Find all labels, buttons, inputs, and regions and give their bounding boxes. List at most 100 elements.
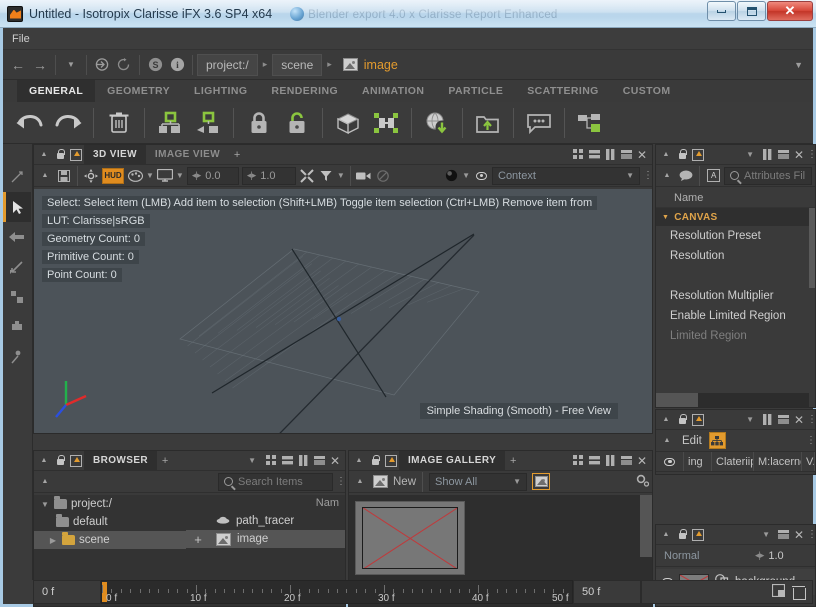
attr-row-resolution[interactable]: Resolution bbox=[656, 246, 815, 266]
upload-icon[interactable] bbox=[68, 146, 84, 164]
timeline-ruler[interactable]: 0 f 10 f 20 f 30 f 40 f 50 f bbox=[101, 580, 573, 604]
back-icon[interactable]: ← bbox=[7, 54, 29, 76]
image-preview-icon[interactable] bbox=[532, 473, 550, 490]
camera-icon[interactable] bbox=[356, 167, 372, 185]
comment-icon[interactable] bbox=[520, 104, 558, 142]
close-panel-button[interactable]: ✕ bbox=[634, 452, 650, 470]
chevron-down-icon[interactable]: ▼ bbox=[241, 456, 263, 465]
browser-search-input[interactable]: Search Items bbox=[218, 473, 333, 491]
add-tab-button[interactable]: + bbox=[229, 146, 245, 164]
attributes-hscroll-thumb[interactable] bbox=[656, 393, 698, 407]
tab-3d-view[interactable]: 3D VIEW bbox=[84, 145, 146, 165]
tree-item-default[interactable]: default bbox=[34, 513, 186, 531]
export-icon[interactable] bbox=[469, 104, 507, 142]
grid-layout-icon[interactable] bbox=[570, 452, 586, 470]
breadcrumb-item-project[interactable]: project:/ bbox=[197, 54, 258, 76]
chevron-down-icon[interactable]: ▼ bbox=[337, 171, 345, 180]
close-panel-button[interactable]: ✕ bbox=[791, 411, 807, 429]
tab-particle[interactable]: PARTICLE bbox=[436, 80, 515, 102]
collapse-icon[interactable]: ▲ bbox=[658, 146, 674, 164]
single-layout-icon[interactable] bbox=[775, 526, 791, 544]
navigate-icon[interactable] bbox=[83, 167, 99, 185]
node-icon[interactable] bbox=[571, 104, 609, 142]
blend-mode-dropdown[interactable]: Normal bbox=[659, 547, 747, 565]
chevron-down-icon[interactable]: ▼ bbox=[741, 150, 759, 159]
columns-layout-icon[interactable] bbox=[295, 452, 311, 470]
near-clip-field[interactable]: ◂|▸ 0.0 bbox=[187, 167, 239, 185]
tab-lighting[interactable]: LIGHTING bbox=[182, 80, 259, 102]
undo-icon[interactable] bbox=[11, 104, 49, 142]
chevron-right-icon[interactable]: ▶ bbox=[48, 536, 58, 545]
chevron-down-icon[interactable]: ▼ bbox=[757, 530, 775, 539]
box-icon[interactable] bbox=[329, 104, 367, 142]
overflow-menu-icon[interactable]: ⋮ bbox=[336, 479, 342, 484]
combiner-icon[interactable] bbox=[367, 104, 405, 142]
chevron-down-icon[interactable]: ▼ bbox=[741, 415, 759, 424]
add-tab-button[interactable]: + bbox=[157, 452, 173, 470]
lock-icon[interactable] bbox=[674, 526, 690, 544]
filter-icon[interactable] bbox=[318, 167, 334, 185]
lock-icon[interactable] bbox=[367, 452, 383, 470]
collapse-icon[interactable]: ▲ bbox=[658, 411, 674, 429]
edit-column-1[interactable]: Clateriip bbox=[712, 452, 754, 471]
hud-toggle-button[interactable]: HUD bbox=[102, 168, 124, 184]
maximize-button[interactable] bbox=[737, 1, 766, 21]
context-dropdown[interactable]: Context ▼ bbox=[492, 167, 640, 185]
grid-layout-icon[interactable] bbox=[570, 146, 586, 164]
breadcrumb-current-image[interactable]: image bbox=[337, 58, 404, 72]
unlock-icon[interactable] bbox=[278, 104, 316, 142]
lock-icon[interactable] bbox=[240, 104, 278, 142]
collapse-icon[interactable]: ▲ bbox=[36, 146, 52, 164]
tab-rendering[interactable]: RENDERING bbox=[259, 80, 350, 102]
comment-icon[interactable] bbox=[678, 167, 694, 185]
lock-icon[interactable] bbox=[52, 452, 68, 470]
attr-row-resolution-preset[interactable]: Resolution Preset bbox=[656, 226, 815, 246]
collapse-icon[interactable]: ▲ bbox=[36, 452, 52, 470]
eye-icon[interactable] bbox=[473, 167, 489, 185]
chevron-down-icon[interactable]: ▼ bbox=[176, 171, 184, 180]
delete-key-icon[interactable] bbox=[793, 586, 804, 599]
delete-icon[interactable] bbox=[100, 104, 138, 142]
collapse-icon[interactable]: ▲ bbox=[351, 452, 367, 470]
attributes-section-canvas[interactable]: ▼ CANVAS bbox=[656, 208, 815, 226]
hierarchy-icon[interactable] bbox=[709, 432, 726, 449]
chevron-down-icon[interactable]: ▼ bbox=[462, 171, 470, 180]
rotate-tool-icon[interactable] bbox=[3, 282, 31, 312]
display-mode-icon[interactable] bbox=[127, 167, 143, 185]
single-layout-icon[interactable] bbox=[311, 452, 327, 470]
single-layout-icon[interactable] bbox=[775, 146, 791, 164]
edit-column-3[interactable]: V. bbox=[802, 452, 815, 471]
list-item-path-tracer[interactable]: path_tracer bbox=[186, 512, 345, 530]
menu-item-file[interactable]: File bbox=[3, 31, 39, 47]
attr-row-enable-limited-region[interactable]: Enable Limited Region bbox=[656, 306, 815, 326]
tab-custom[interactable]: CUSTOM bbox=[611, 80, 683, 102]
edit-column-2[interactable]: M:lacerng bbox=[754, 452, 802, 471]
overflow-menu-icon[interactable]: ⋮ bbox=[807, 152, 813, 157]
ungroup-icon[interactable] bbox=[189, 104, 227, 142]
rows-layout-icon[interactable] bbox=[586, 452, 602, 470]
redo-icon[interactable] bbox=[49, 104, 87, 142]
animate-icon[interactable]: A bbox=[705, 167, 721, 185]
collapse-icon[interactable]: ▲ bbox=[659, 167, 675, 185]
reload-icon[interactable] bbox=[113, 54, 135, 76]
timeline-end-field[interactable]: 50 f bbox=[573, 580, 641, 604]
collapse-icon[interactable]: ▲ bbox=[37, 473, 53, 491]
far-clip-field[interactable]: ◂|▸ 1.0 bbox=[242, 167, 296, 185]
tools-icon[interactable] bbox=[299, 167, 315, 185]
upload-icon[interactable] bbox=[690, 411, 706, 429]
import-icon[interactable] bbox=[418, 104, 456, 142]
breadcrumb-overflow-icon[interactable]: ▼ bbox=[794, 60, 809, 70]
collapse-icon[interactable]: ▲ bbox=[37, 167, 53, 185]
list-item-image[interactable]: + image bbox=[186, 530, 345, 548]
opacity-field[interactable]: ◂|▸ 1.0 bbox=[751, 547, 812, 565]
visibility-column-header[interactable] bbox=[656, 452, 684, 471]
edit-column-0[interactable]: ing bbox=[684, 452, 712, 471]
new-image-button[interactable]: New bbox=[393, 476, 416, 488]
monitor-icon[interactable] bbox=[157, 167, 173, 185]
minimize-button[interactable] bbox=[707, 1, 736, 21]
forward-icon[interactable]: → bbox=[29, 54, 51, 76]
timeline-start-field[interactable]: 0 f bbox=[33, 580, 101, 604]
disabled-icon[interactable] bbox=[375, 167, 391, 185]
collapse-icon[interactable]: ▲ bbox=[659, 432, 675, 450]
snapshot-icon[interactable]: S bbox=[144, 54, 166, 76]
